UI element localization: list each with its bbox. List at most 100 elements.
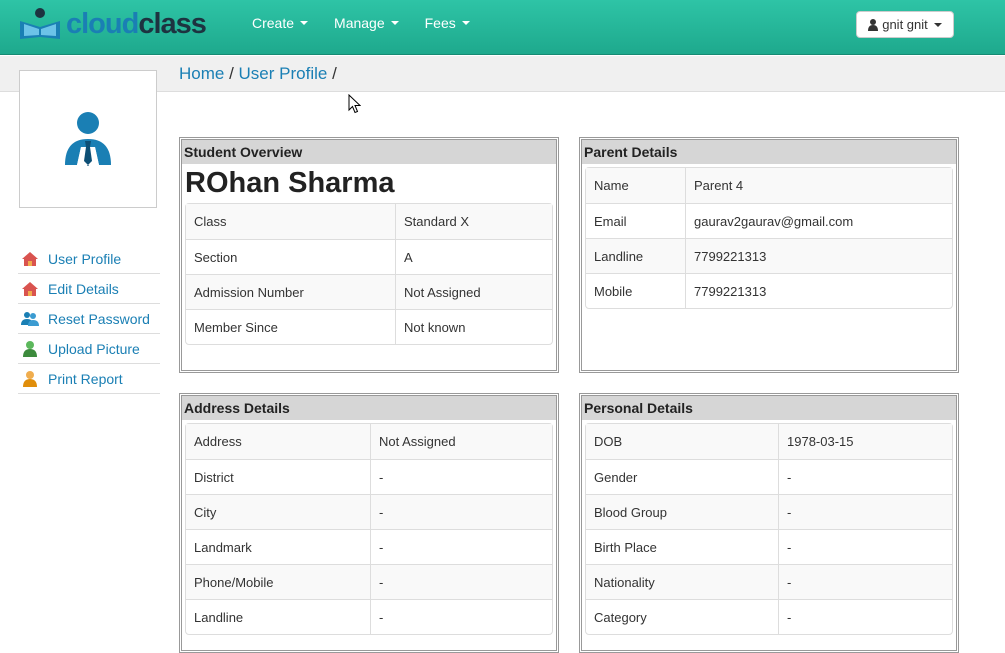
- row-value: A: [395, 239, 552, 274]
- table-row: Admission Number Not Assigned: [186, 274, 552, 309]
- row-label: Mobile: [586, 273, 685, 308]
- row-label: Nationality: [586, 564, 778, 599]
- table-row: Class Standard X: [186, 204, 552, 239]
- user-avatar-icon: [65, 112, 111, 166]
- user-menu-button[interactable]: gnit gnit: [856, 11, 954, 38]
- nav-create[interactable]: Create: [252, 15, 309, 31]
- row-value: -: [370, 529, 552, 564]
- row-label: Address: [186, 424, 370, 459]
- student-overview-panel: Student Overview ROhan Sharma Class Stand…: [179, 137, 559, 373]
- panel-title: Address Details: [182, 396, 556, 420]
- brand-logo[interactable]: cloudclass: [18, 6, 207, 42]
- chevron-down-icon: [461, 21, 470, 25]
- row-value: Parent 4: [685, 168, 952, 203]
- table-row: Email gaurav2gaurav@gmail.com: [586, 203, 952, 238]
- table-row: Phone/Mobile -: [186, 564, 552, 599]
- parent-details-table: Name Parent 4 Email gaurav2gaurav@gmail.co…: [585, 167, 953, 309]
- personal-details-panel: Personal Details DOB 1978-03-15 Gender - B…: [579, 393, 959, 653]
- sidebar-item-label: Upload Picture: [48, 340, 140, 357]
- breadcrumb-user-profile[interactable]: User Profile: [239, 64, 328, 83]
- row-label: City: [186, 494, 370, 529]
- row-value: -: [778, 564, 952, 599]
- panel-title: Personal Details: [582, 396, 956, 420]
- nav-manage-label: Manage: [334, 15, 385, 31]
- table-row: Name Parent 4: [586, 168, 952, 203]
- sidebar-item-upload-picture[interactable]: Upload Picture: [18, 334, 160, 364]
- row-value: 7799221313: [685, 273, 952, 308]
- sidebar-item-label: Reset Password: [48, 310, 150, 327]
- user-menu-label: gnit gnit: [882, 17, 928, 32]
- nav-fees-label: Fees: [424, 15, 456, 31]
- nav-fees[interactable]: Fees: [425, 15, 470, 31]
- table-row: Landline -: [186, 599, 552, 634]
- user-orange-icon: [21, 370, 39, 388]
- home-icon: [21, 280, 39, 298]
- address-details-table: Address Not Assigned District - City - Land…: [185, 423, 553, 635]
- row-label: Class: [186, 204, 395, 239]
- sidebar-item-label: Print Report: [48, 370, 123, 387]
- user-icon: [868, 18, 879, 31]
- sidebar-item-label: User Profile: [48, 250, 122, 267]
- avatar: [19, 70, 157, 208]
- row-value: 7799221313: [685, 238, 952, 273]
- sidebar-item-label: Edit Details: [48, 280, 119, 297]
- row-label: Member Since: [186, 309, 395, 344]
- chevron-down-icon: [300, 21, 309, 25]
- table-row: Section A: [186, 239, 552, 274]
- breadcrumb-separator: /: [224, 64, 239, 83]
- row-value: 1978-03-15: [778, 424, 952, 459]
- sidebar-item-edit-details[interactable]: Edit Details: [18, 274, 160, 304]
- table-row: Landmark -: [186, 529, 552, 564]
- sidebar: User Profile Edit Details Reset Password…: [18, 244, 160, 394]
- personal-details-table: DOB 1978-03-15 Gender - Blood Group - Birth…: [585, 423, 953, 635]
- row-label: DOB: [586, 424, 778, 459]
- sidebar-item-user-profile[interactable]: User Profile: [18, 244, 160, 274]
- breadcrumb: Home / User Profile /: [179, 64, 337, 84]
- nav-create-label: Create: [252, 15, 295, 31]
- row-label: Landline: [186, 599, 370, 634]
- row-value: -: [370, 494, 552, 529]
- chevron-down-icon: [390, 21, 399, 25]
- sidebar-item-reset-password[interactable]: Reset Password: [18, 304, 160, 334]
- row-value: -: [778, 459, 952, 494]
- table-row: City -: [186, 494, 552, 529]
- student-name: ROhan Sharma: [185, 167, 395, 199]
- breadcrumb-separator: /: [327, 64, 337, 83]
- row-value: -: [370, 459, 552, 494]
- table-row: Member Since Not known: [186, 309, 552, 344]
- row-value: -: [778, 494, 952, 529]
- row-value: Standard X: [395, 204, 552, 239]
- table-row: Gender -: [586, 459, 952, 494]
- row-label: Landline: [586, 238, 685, 273]
- row-label: District: [186, 459, 370, 494]
- nav-manage[interactable]: Manage: [334, 15, 399, 31]
- home-icon: [21, 250, 39, 268]
- row-value: Not known: [395, 309, 552, 344]
- table-row: Address Not Assigned: [186, 424, 552, 459]
- table-row: DOB 1978-03-15: [586, 424, 952, 459]
- row-value: -: [370, 564, 552, 599]
- book-logo-icon: [20, 8, 60, 39]
- row-label: Email: [586, 203, 685, 238]
- row-label: Section: [186, 239, 395, 274]
- table-row: Landline 7799221313: [586, 238, 952, 273]
- row-label: Admission Number: [186, 274, 395, 309]
- table-row: Category -: [586, 599, 952, 634]
- mouse-cursor-icon: [348, 94, 361, 114]
- table-row: Birth Place -: [586, 529, 952, 564]
- sidebar-item-print-report[interactable]: Print Report: [18, 364, 160, 394]
- top-navbar: cloudclass Create Manage Fees gnit gnit: [0, 0, 1005, 55]
- brand-part2: class: [138, 7, 207, 40]
- row-label: Birth Place: [586, 529, 778, 564]
- row-value: Not Assigned: [395, 274, 552, 309]
- row-value: -: [778, 529, 952, 564]
- brand-part1: cloud: [66, 7, 139, 40]
- breadcrumb-home[interactable]: Home: [179, 64, 224, 83]
- panel-title: Student Overview: [182, 140, 556, 164]
- row-value: Not Assigned: [370, 424, 552, 459]
- row-label: Category: [586, 599, 778, 634]
- chevron-down-icon: [933, 22, 942, 27]
- parent-details-panel: Parent Details Name Parent 4 Email gaurav2…: [579, 137, 959, 373]
- row-value: gaurav2gaurav@gmail.com: [685, 203, 952, 238]
- row-label: Name: [586, 168, 685, 203]
